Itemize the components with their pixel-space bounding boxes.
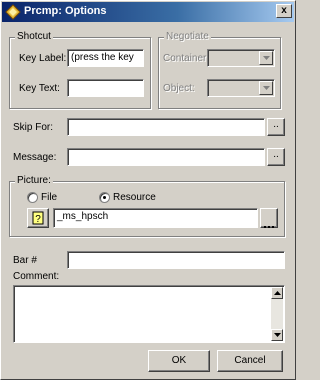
picture-group-label: Picture:: [15, 175, 53, 186]
comment-textarea[interactable]: [13, 285, 285, 343]
skip-for-field[interactable]: [67, 118, 265, 136]
container-label: Container:: [163, 53, 210, 64]
window-title: Prcmp: Options: [24, 5, 107, 17]
container-combo[interactable]: [207, 49, 275, 67]
message-field[interactable]: [67, 148, 265, 166]
file-radio-label: File: [41, 192, 58, 203]
svg-text:?: ?: [35, 214, 41, 225]
dots-icon: [264, 220, 274, 231]
scroll-down-icon[interactable]: [271, 329, 283, 341]
bar-number-field[interactable]: [67, 251, 285, 269]
key-text-label: Key Text:: [19, 83, 60, 94]
resource-radio[interactable]: [99, 192, 110, 203]
file-radio[interactable]: [27, 192, 38, 203]
negotiate-group: Negotiate: [158, 31, 281, 109]
key-text-field[interactable]: [67, 79, 144, 97]
object-combo[interactable]: [207, 79, 275, 97]
cancel-button[interactable]: Cancel: [217, 350, 283, 372]
object-label: Object:: [163, 83, 195, 94]
resource-radio-label: Resource: [113, 192, 156, 203]
shotcut-group-label: Shotcut: [15, 31, 53, 42]
chevron-down-icon[interactable]: [259, 81, 273, 95]
comment-scrollbar[interactable]: [271, 287, 283, 341]
close-button[interactable]: x: [276, 4, 292, 18]
picture-field[interactable]: _ms_hpsch: [53, 208, 258, 228]
comment-label: Comment:: [13, 271, 60, 282]
key-label-field[interactable]: (press the key: [67, 49, 144, 67]
scroll-up-icon[interactable]: [271, 287, 283, 299]
skip-for-browse-button[interactable]: ..: [267, 118, 285, 136]
app-icon: [5, 4, 21, 20]
key-label-label: Key Label:: [19, 53, 67, 64]
chevron-down-icon[interactable]: [259, 51, 273, 65]
picture-browse-button[interactable]: [260, 208, 278, 228]
ok-button[interactable]: OK: [148, 350, 210, 372]
message-browse-button[interactable]: ..: [267, 148, 285, 166]
title-bar[interactable]: Prcmp: Options x: [2, 2, 294, 22]
message-label: Message:: [13, 152, 57, 163]
shotcut-group: Shotcut: [9, 31, 151, 109]
key-icon: ?: [32, 211, 44, 228]
options-dialog: Prcmp: Options x Shotcut Key Label: (pre…: [0, 0, 296, 380]
bar-number-label: Bar #: [13, 255, 37, 266]
skip-for-label: Skip For:: [13, 122, 54, 133]
picture-preview-button[interactable]: ?: [27, 208, 49, 228]
negotiate-group-label: Negotiate: [164, 31, 211, 42]
